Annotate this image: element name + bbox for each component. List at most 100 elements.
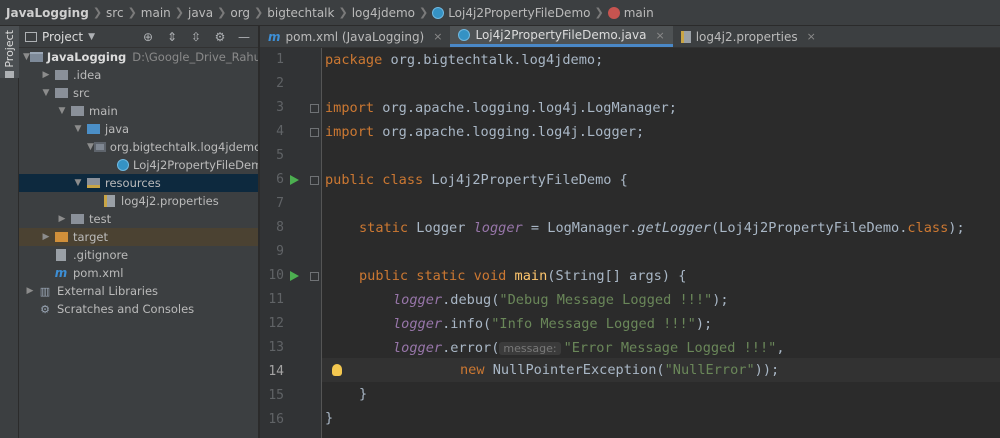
breadcrumb-item-project[interactable]: JavaLogging [6,6,89,20]
chevron-right-icon[interactable]: ▶ [39,232,53,242]
scratches-icon: ⚙ [40,302,50,316]
close-icon[interactable]: × [433,30,442,43]
chevron-right-icon: ❯ [338,6,348,19]
tree-item-scratches[interactable]: ⚙ Scratches and Consoles [19,300,258,318]
breadcrumb-item-java[interactable]: java [188,6,213,20]
maven-icon: m [268,29,281,44]
code-line-12: logger.info("Info Message Logged !!!"); [393,316,713,332]
fold-marker-icon[interactable] [310,128,319,137]
chevron-right-icon: ❯ [174,6,184,19]
locate-icon[interactable]: ⊕ [140,29,156,45]
tab-pom-xml[interactable]: m pom.xml (JavaLogging) × [260,26,450,47]
tool-window-strip: Project [0,26,19,438]
close-icon[interactable]: × [807,30,816,43]
editor-gutter: 1 2 3 4 5 6 7 8 9 10 11 12 13 14 15 16 [260,48,322,438]
tree-item-gitignore[interactable]: .gitignore [19,246,258,264]
project-panel: Project ▼ ⊕ ⇕ ⇳ ⚙ — ▼ JavaLogging D:\Goo… [19,26,259,438]
line-number: 10 [268,268,284,283]
code-line-3: import org.apache.logging.log4j.LogManag… [325,100,677,116]
tree-item-src[interactable]: ▼ src [19,84,258,102]
code-line-16: } [325,410,334,426]
tree-item-java[interactable]: ▼ java [19,120,258,138]
fold-marker-icon[interactable] [310,176,319,185]
close-icon[interactable]: × [655,29,664,42]
breadcrumb-item-bigtechtalk[interactable]: bigtechtalk [267,6,334,20]
tree-item-class[interactable]: Loj4j2PropertyFileDemo [19,156,258,174]
tree-item-test[interactable]: ▶ test [19,210,258,228]
line-number: 7 [276,196,284,211]
tree-item-external-libraries[interactable]: ▶ ▥ External Libraries [19,282,258,300]
resources-folder-icon [85,176,101,190]
tree-item-resources[interactable]: ▼ resources [19,174,258,192]
excluded-folder-icon [53,230,69,244]
gear-icon[interactable]: ⚙ [212,29,228,45]
hide-icon[interactable]: — [236,29,252,45]
breadcrumb-item-main[interactable]: main [141,6,171,20]
tree-item-target[interactable]: ▶ target [19,228,258,246]
line-number: 1 [276,52,284,67]
class-icon [458,29,471,41]
chevron-right-icon[interactable]: ▶ [39,70,53,80]
chevron-down-icon[interactable]: ▼ [23,52,30,62]
line-number: 3 [276,100,284,115]
chevron-down-icon[interactable]: ▼ [71,178,85,188]
maven-icon: m [54,266,68,280]
expand-all-icon[interactable]: ⇕ [164,29,180,45]
chevron-right-icon: ❯ [594,6,604,19]
source-folder-icon [85,122,101,136]
chevron-right-icon: ❯ [418,6,429,19]
project-panel-header: Project ▼ ⊕ ⇕ ⇳ ⚙ — [19,26,258,48]
breadcrumb-item-log4jdemo[interactable]: log4jdemo [352,6,415,20]
code-line-14: new NullPointerException("NullError")); [460,362,780,378]
line-number: 13 [268,340,284,355]
line-number: 11 [268,292,284,307]
chevron-right-icon[interactable]: ▶ [55,214,69,224]
chevron-right-icon: ❯ [254,6,264,19]
code-line-11: logger.debug("Debug Message Logged !!!")… [393,292,729,308]
tab-loj4j2propertyfiledemo[interactable]: Loj4j2PropertyFileDemo.java × [450,26,673,47]
folder-icon [53,68,69,82]
chevron-down-icon[interactable]: ▼ [87,142,94,152]
folder-icon [69,104,85,118]
breadcrumb-item-class[interactable]: Loj4j2PropertyFileDemo [432,6,590,20]
tree-item-idea[interactable]: ▶ .idea [19,66,258,84]
project-view-selector[interactable]: Project ▼ [25,30,95,44]
tree-item-javalogging[interactable]: ▼ JavaLogging D:\Google_Drive_Rahul\java… [19,48,258,66]
tree-item-properties[interactable]: log4j2.properties [19,192,258,210]
line-number: 15 [268,388,284,403]
line-number: 5 [276,148,284,163]
tree-item-pom[interactable]: m pom.xml [19,264,258,282]
editor-tabs: m pom.xml (JavaLogging) × Loj4j2Property… [260,26,1000,48]
fold-marker-icon[interactable] [310,104,319,113]
project-tool-label: Project [3,30,16,68]
breadcrumb-item-method[interactable]: main [607,6,654,20]
breadcrumb-item-org[interactable]: org [230,6,250,20]
project-tool-button[interactable]: Project [0,26,19,78]
chevron-right-icon[interactable]: ▶ [23,286,37,296]
chevron-down-icon[interactable]: ▼ [55,106,69,116]
chevron-right-icon: ❯ [217,6,227,19]
code-editor[interactable]: 1 2 3 4 5 6 7 8 9 10 11 12 13 14 15 16 p… [260,48,1000,438]
chevron-down-icon[interactable]: ▼ [39,88,53,98]
library-icon: ▥ [39,284,51,298]
run-class-icon[interactable] [290,175,299,185]
fold-marker-icon[interactable] [310,272,319,281]
package-icon [93,140,106,154]
run-main-icon[interactable] [290,271,299,281]
line-number: 9 [276,244,284,259]
tree-item-main[interactable]: ▼ main [19,102,258,120]
tree-item-package[interactable]: ▼ org.bigtechtalk.log4jdemo [19,138,258,156]
chevron-down-icon[interactable]: ▼ [71,124,85,134]
code-line-1: package org.bigtechtalk.log4jdemo; [325,52,604,68]
line-number: 16 [268,412,284,427]
chevron-down-icon: ▼ [88,31,95,42]
collapse-all-icon[interactable]: ⇳ [188,29,204,45]
tab-log4j2-properties[interactable]: log4j2.properties × [673,26,824,47]
line-number: 12 [268,316,284,331]
code-line-10: public static void main(String[] args) { [359,268,687,284]
breadcrumb-item-src[interactable]: src [106,6,124,20]
lightbulb-icon[interactable] [332,364,342,376]
project-view-icon [25,31,37,42]
line-number: 4 [276,124,284,139]
code-line-8: static Logger logger = LogManager.getLog… [359,220,965,236]
